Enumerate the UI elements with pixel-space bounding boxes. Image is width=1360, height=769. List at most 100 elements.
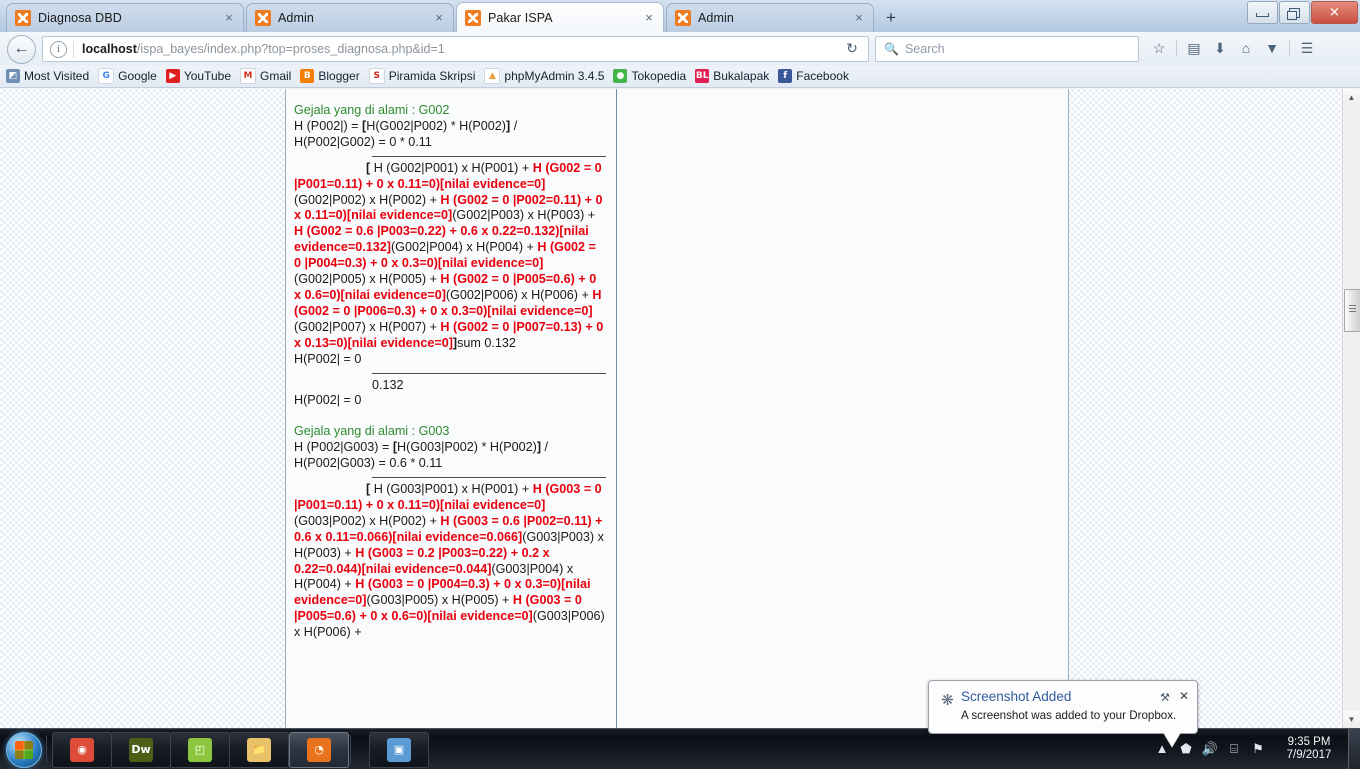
fraction-bar <box>372 155 606 157</box>
taskbar-dreamweaver[interactable]: Dw <box>111 732 171 768</box>
expansion-paragraph: [ H (G003|P001) x H(P001) + H (G003 = 0 … <box>294 482 606 641</box>
browser-tab[interactable]: Diagnosa DBD × <box>6 3 244 32</box>
taskbar-chrome-icon: ◉ <box>70 738 94 762</box>
browser-tab[interactable]: Admin × <box>246 3 454 32</box>
taskbar-gallery-icon: ◰ <box>188 738 212 762</box>
bookmark-label: Bukalapak <box>713 69 770 83</box>
taskbar-divider <box>350 735 351 763</box>
notification-title: Screenshot Added <box>961 689 1072 704</box>
bookmark-item[interactable]: G Google <box>98 68 157 84</box>
piramida-skripsi-icon: S <box>368 68 385 84</box>
evidence-term: 0 x 0.11=0)[nilai evidence=0] <box>376 497 546 512</box>
column-divider <box>616 89 617 728</box>
reload-button[interactable]: ↻ <box>841 37 863 59</box>
bookmark-item[interactable]: ▶ YouTube <box>165 69 231 83</box>
evidence-term: 0 x 0.6=0)[nilai evidence=0] <box>370 609 533 624</box>
settings-wrench-icon[interactable]: ⚒ <box>1160 691 1170 704</box>
reading-list-icon[interactable]: ▤ <box>1181 36 1207 60</box>
back-button[interactable]: ← <box>7 35 36 64</box>
scroll-up-arrow-icon[interactable]: ▲ <box>1343 89 1360 106</box>
formula-term: H (G002|P001) x H(P001) + <box>370 160 533 175</box>
clock-date: 7/9/2017 <box>1286 749 1332 761</box>
url-text: localhost/ispa_bayes/index.php?top=prose… <box>82 42 445 56</box>
denominator-value: 0.132 <box>372 377 404 392</box>
bookmark-item[interactable]: M Gmail <box>240 68 291 84</box>
bookmark-star-icon[interactable]: ☆ <box>1146 36 1172 60</box>
bookmark-label: Tokopedia <box>631 69 687 83</box>
evidence-term: 0.6 x 0.11=0.066)[nilai evidence=0.066] <box>294 529 523 544</box>
most-visited-icon: ◩ <box>6 69 20 83</box>
tray-network-icon[interactable]: ⌸ <box>1222 729 1246 769</box>
pocket-icon[interactable]: ▼ <box>1259 36 1285 60</box>
bookmark-item[interactable]: f Facebook <box>778 69 849 83</box>
close-window-button[interactable]: ✕ <box>1311 1 1358 24</box>
taskbar-picture-viewer[interactable]: ▣ <box>369 732 429 768</box>
tab-favicon-icon <box>675 10 691 26</box>
page-scrollbar[interactable]: ▲ ▼ <box>1342 89 1360 728</box>
taskbar-explorer[interactable]: 📁 <box>229 732 289 768</box>
notification-body: A screenshot was added to your Dropbox. <box>961 709 1177 722</box>
diagnosis-calculation-text: Gejala yang di alami : G002 H (P002|) = [… <box>290 89 616 728</box>
taskbar-firefox[interactable]: ◔ <box>289 732 349 768</box>
taskbar-gallery[interactable]: ◰ <box>170 732 230 768</box>
tab-title: Pakar ISPA <box>488 10 553 25</box>
tab-close-icon[interactable]: × <box>431 10 447 26</box>
bookmark-label: Facebook <box>796 69 849 83</box>
address-bar[interactable]: i localhost/ispa_bayes/index.php?top=pro… <box>42 36 869 62</box>
tray-volume-icon[interactable]: 🔊 <box>1198 729 1222 769</box>
bookmark-label: Google <box>118 69 157 83</box>
tab-favicon-icon <box>465 9 481 26</box>
taskbar-firefox-icon: ◔ <box>307 738 331 762</box>
bookmark-label: Gmail <box>260 69 292 83</box>
notification-close-icon[interactable]: ✕ <box>1179 689 1189 703</box>
windows-taskbar: ◉ Dw ◰ 📁 ◔ ▣ ▲ ⬟ 🔊 ⌸ ⚑ 9:35 PM 7/9/2017 <box>0 728 1360 769</box>
dropbox-notification[interactable]: ❋ Screenshot Added A screenshot was adde… <box>928 680 1198 747</box>
fraction-bar <box>372 372 606 374</box>
downloads-icon[interactable]: ⬇ <box>1207 36 1233 60</box>
bookmark-item[interactable]: B Blogger <box>300 69 360 83</box>
toolbar-icons: ☆ ▤ ⬇ ⌂ ▼ ☰ <box>1146 36 1320 60</box>
bookmark-label: Piramida Skripsi <box>388 69 476 83</box>
taskbar-chrome[interactable]: ◉ <box>52 732 112 768</box>
bookmark-item[interactable]: S Piramida Skripsi <box>368 68 476 84</box>
close-icon: ✕ <box>1329 5 1340 20</box>
formula-line: H(P002|G002) = 0 * 0.11 <box>294 135 606 151</box>
site-info-icon[interactable]: i <box>50 40 67 58</box>
bookmark-item[interactable]: BL Bukalapak <box>695 69 769 83</box>
show-desktop-button[interactable] <box>1348 729 1360 769</box>
bookmark-label: Most Visited <box>24 69 90 83</box>
menu-hamburger-icon[interactable]: ☰ <box>1294 36 1320 60</box>
url-separator <box>73 40 74 58</box>
new-tab-button[interactable]: + <box>880 7 902 29</box>
window-controls: ✕ <box>1246 1 1358 24</box>
tab-close-icon[interactable]: × <box>221 10 237 26</box>
formula-term: (G002|P002) x H(P002) + <box>294 192 441 207</box>
bookmark-item[interactable]: ◩ Most Visited <box>6 69 89 83</box>
formula-term: H(G002|P002) * H(P002) <box>366 118 507 133</box>
expansion-paragraph: [ H (G002|P001) x H(P001) + H (G002 = 0 … <box>294 161 606 352</box>
final-result: H(P002| = 0 <box>294 393 362 408</box>
bookmark-label: YouTube <box>183 69 231 83</box>
browser-tab[interactable]: Pakar ISPA × <box>456 2 664 32</box>
formula-line: H(P002|G003) = 0.6 * 0.11 <box>294 456 606 472</box>
scrollbar-thumb[interactable] <box>1344 289 1360 332</box>
search-bar[interactable]: 🔍 Search <box>875 36 1139 62</box>
taskbar-clock[interactable]: 9:35 PM 7/9/2017 <box>1270 729 1348 769</box>
tab-close-icon[interactable]: × <box>641 10 657 26</box>
navigation-toolbar: ← i localhost/ispa_bayes/index.php?top=p… <box>0 32 1360 66</box>
formula-term: (G002|P003) x H(P003) + <box>452 208 596 223</box>
formula-term: (G003|P005) x H(P005) + <box>366 593 513 608</box>
home-icon[interactable]: ⌂ <box>1233 36 1259 60</box>
tab-close-icon[interactable]: × <box>851 10 867 26</box>
scroll-down-arrow-icon[interactable]: ▼ <box>1343 711 1360 728</box>
bookmark-item[interactable]: ▲ phpMyAdmin 3.4.5 <box>484 68 604 84</box>
tokopedia-icon: ● <box>613 69 628 83</box>
minimize-button[interactable] <box>1247 1 1278 24</box>
browser-tab[interactable]: Admin × <box>666 3 874 32</box>
maximize-button[interactable] <box>1279 1 1310 24</box>
evidence-term: H (G002 = 0.6 |P003=0.22) + <box>294 224 461 239</box>
tray-action-center-icon[interactable]: ⚑ <box>1246 729 1270 769</box>
url-host: localhost <box>82 42 137 56</box>
start-button[interactable] <box>6 732 42 768</box>
bookmark-item[interactable]: ● Tokopedia <box>613 69 686 83</box>
